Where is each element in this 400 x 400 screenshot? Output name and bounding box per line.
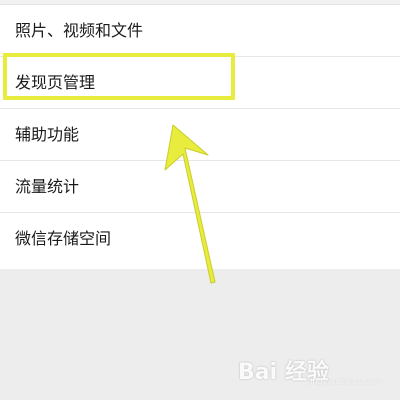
settings-item-accessibility[interactable]: 辅助功能 <box>0 109 400 161</box>
settings-item-label: 照片、视频和文件 <box>15 21 144 40</box>
settings-item-data-usage[interactable]: 流量统计 <box>0 161 400 213</box>
settings-item-label: 流量统计 <box>15 177 80 196</box>
settings-item-label: 辅助功能 <box>15 125 80 144</box>
settings-screen: 照片、视频和文件 发现页管理 辅助功能 流量统计 微信存储空间 Bai 经验 j… <box>0 0 400 400</box>
watermark-url: jingyan.baidu.com <box>308 377 382 386</box>
settings-item-label: 微信存储空间 <box>15 229 112 248</box>
baidu-jingyan-watermark: Bai 经验 jingyan.baidu.com <box>230 350 382 390</box>
settings-item-photos-videos-files[interactable]: 照片、视频和文件 <box>0 5 400 57</box>
settings-item-wechat-storage[interactable]: 微信存储空间 <box>0 213 400 269</box>
settings-list: 照片、视频和文件 发现页管理 辅助功能 流量统计 微信存储空间 <box>0 0 400 269</box>
settings-item-label: 发现页管理 <box>15 73 96 92</box>
settings-item-discover-management[interactable]: 发现页管理 <box>0 57 400 109</box>
